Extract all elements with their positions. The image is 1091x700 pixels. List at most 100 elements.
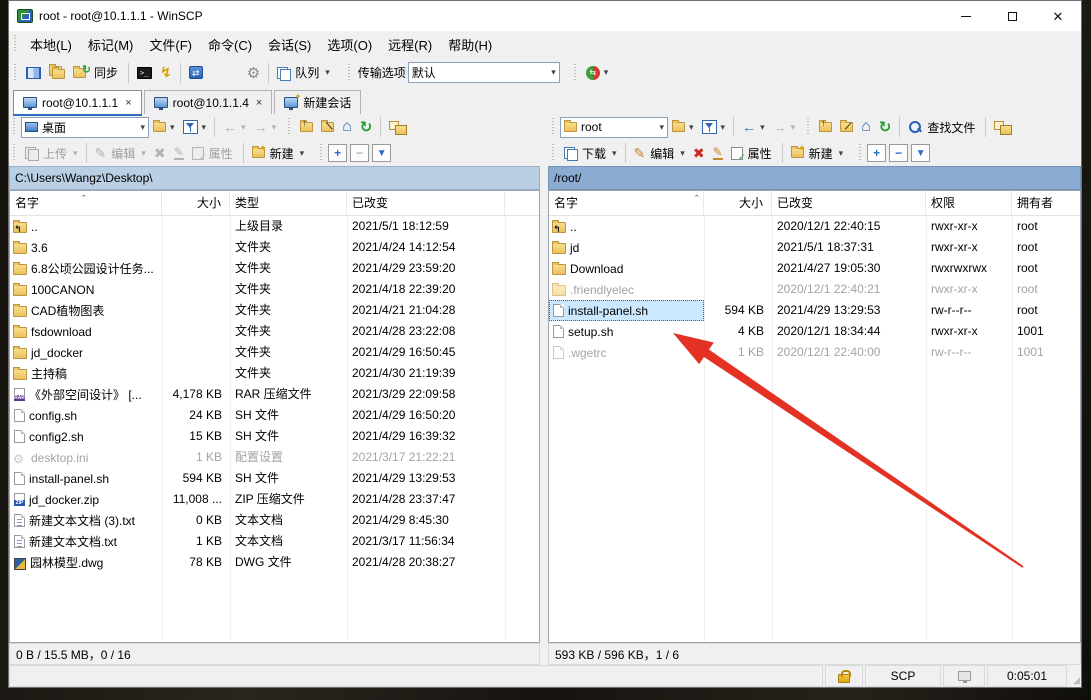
- right-properties-button[interactable]: 属性: [727, 141, 778, 165]
- right-parent-directory-button[interactable]: ↑: [815, 115, 836, 139]
- new-session-tab[interactable]: 新建会话: [274, 90, 361, 114]
- left-filter-button[interactable]: ▾: [179, 115, 211, 139]
- file-row[interactable]: jd_docker.zip11,008 ...ZIP 压缩文件2021/4/28…: [10, 489, 539, 510]
- left-new-button[interactable]: ✦ 新建 ▾: [248, 141, 309, 165]
- file-row[interactable]: jd_docker文件夹2021/4/29 16:50:45: [10, 342, 539, 363]
- protocol-indicator[interactable]: SCP: [865, 665, 941, 687]
- refresh-session-button[interactable]: ⇄: [185, 61, 207, 85]
- tab-close-icon[interactable]: ×: [256, 97, 262, 109]
- left-root-directory-button[interactable]: ⟍: [317, 115, 338, 139]
- right-filter-button[interactable]: ▾: [698, 115, 730, 139]
- right-open-directory-button[interactable]: ▾: [668, 115, 698, 139]
- left-address-bar[interactable]: C:\Users\Wangz\Desktop\: [9, 166, 540, 190]
- column-header-size[interactable]: 大小: [162, 191, 230, 215]
- session-tab-1[interactable]: root@10.1.1.4×: [144, 90, 273, 114]
- minimize-button[interactable]: [943, 1, 989, 31]
- left-path-combo[interactable]: 桌面 ▾: [21, 117, 149, 138]
- file-row[interactable]: config.sh24 KBSH 文件2021/4/29 16:50:20: [10, 405, 539, 426]
- right-back-button[interactable]: ←▾: [738, 115, 769, 139]
- upload-button[interactable]: 上传 ▾: [21, 141, 82, 165]
- file-row[interactable]: config2.sh15 KBSH 文件2021/4/29 16:39:32: [10, 426, 539, 447]
- right-forward-button[interactable]: →▾: [769, 115, 800, 139]
- find-files-button[interactable]: 查找文件: [904, 115, 981, 139]
- file-row[interactable]: CAD植物图表文件夹2021/4/21 21:04:28: [10, 300, 539, 321]
- column-header-size[interactable]: 大小: [704, 191, 772, 215]
- file-row[interactable]: 3.6文件夹2021/4/24 14:12:54: [10, 237, 539, 258]
- tab-close-icon[interactable]: ×: [125, 97, 131, 109]
- file-row[interactable]: desktop.ini1 KB配置设置2021/3/17 21:22:21: [10, 447, 539, 468]
- file-row[interactable]: fsdownload文件夹2021/4/28 23:22:08: [10, 321, 539, 342]
- right-refresh-button[interactable]: ↻: [875, 115, 896, 139]
- left-edit-button[interactable]: ✎ 编辑 ▾: [91, 141, 150, 165]
- column-header-changed[interactable]: 已改变: [772, 191, 926, 215]
- open-terminal-button[interactable]: >_: [133, 61, 156, 85]
- file-row[interactable]: ..2020/12/1 22:40:15rwxr-xr-xroot: [549, 216, 1080, 237]
- menu-item-1[interactable]: 标记(M): [80, 31, 142, 58]
- transfer-preset-combo[interactable]: 默认 ▾: [408, 62, 560, 83]
- right-path-combo[interactable]: root ▾: [560, 117, 668, 138]
- file-row[interactable]: jd2021/5/1 18:37:31rwxr-xr-xroot: [549, 237, 1080, 258]
- file-row[interactable]: 主持稿文件夹2021/4/30 21:19:39: [10, 363, 539, 384]
- left-refresh-button[interactable]: ↻: [356, 115, 377, 139]
- right-select-button[interactable]: +: [867, 144, 886, 162]
- synchronize-browsing-button[interactable]: [45, 61, 69, 85]
- right-home-button[interactable]: ⌂: [857, 115, 875, 139]
- left-properties-button[interactable]: 属性: [188, 141, 239, 165]
- synchronize-transfer-button[interactable]: ⇆ ▾: [582, 61, 613, 85]
- left-open-directory-button[interactable]: ▾: [149, 115, 179, 139]
- column-header-type[interactable]: 类型: [230, 191, 347, 215]
- left-rename-button[interactable]: ✎: [170, 141, 188, 165]
- menu-item-3[interactable]: 命令(C): [200, 31, 260, 58]
- right-root-directory-button[interactable]: ⟋: [836, 115, 857, 139]
- column-header-name[interactable]: 名字: [10, 191, 162, 215]
- left-selection-filter-button[interactable]: ▼: [372, 144, 391, 162]
- synchronize-button[interactable]: ↻ 同步: [69, 61, 124, 85]
- menu-item-0[interactable]: 本地(L): [22, 31, 80, 58]
- file-row[interactable]: 园林模型.dwg78 KBDWG 文件2021/4/28 20:38:27: [10, 552, 539, 573]
- left-delete-button[interactable]: ✖: [150, 141, 170, 165]
- file-row[interactable]: .wgetrc1 KB2020/12/1 22:40:00rw-r--r--10…: [549, 342, 1080, 363]
- file-row[interactable]: Download2021/4/27 19:05:30rwxrwxrwxroot: [549, 258, 1080, 279]
- file-row[interactable]: install-panel.sh594 KB2021/4/29 13:29:53…: [549, 300, 1080, 321]
- left-parent-directory-button[interactable]: ↑: [296, 115, 317, 139]
- file-row[interactable]: 新建文本文档.txt1 KB文本文档2021/3/17 11:56:34: [10, 531, 539, 552]
- menu-item-5[interactable]: 选项(O): [319, 31, 380, 58]
- right-address-bar[interactable]: /root/: [548, 166, 1081, 190]
- encryption-indicator[interactable]: [825, 665, 863, 687]
- menu-item-6[interactable]: 远程(R): [380, 31, 440, 58]
- right-new-button[interactable]: ✦ 新建 ▾: [787, 141, 848, 165]
- column-header-name[interactable]: 名字: [549, 191, 704, 215]
- queue-button[interactable]: 队列 ▾: [273, 61, 334, 85]
- close-button[interactable]: ✕: [1035, 1, 1081, 31]
- swap-panels-button[interactable]: [22, 61, 45, 85]
- file-row[interactable]: 6.8公顷公园设计任务...文件夹2021/4/29 23:59:20: [10, 258, 539, 279]
- column-header-owner[interactable]: 拥有者: [1012, 191, 1081, 215]
- left-unselect-button[interactable]: −: [350, 144, 369, 162]
- file-row[interactable]: 新建文本文档 (3).txt0 KB文本文档2021/4/29 8:45:30: [10, 510, 539, 531]
- left-home-button[interactable]: ⌂: [338, 115, 356, 139]
- column-header-permissions[interactable]: 权限: [926, 191, 1012, 215]
- server-indicator[interactable]: [943, 665, 985, 687]
- right-unselect-button[interactable]: −: [889, 144, 908, 162]
- left-select-button[interactable]: +: [328, 144, 347, 162]
- console-button[interactable]: ↯: [156, 61, 176, 85]
- right-selection-filter-button[interactable]: ▼: [911, 144, 930, 162]
- file-row[interactable]: setup.sh4 KB2020/12/1 18:34:44rwxr-xr-x1…: [549, 321, 1080, 342]
- column-header-changed[interactable]: 已改变: [347, 191, 505, 215]
- file-row[interactable]: ..上级目录2021/5/1 18:12:59: [10, 216, 539, 237]
- right-delete-button[interactable]: ✖: [689, 141, 709, 165]
- left-back-button[interactable]: ←▾: [219, 115, 250, 139]
- resize-grip[interactable]: ◢: [1067, 665, 1081, 687]
- file-row[interactable]: install-panel.sh594 KBSH 文件2021/4/29 13:…: [10, 468, 539, 489]
- right-rename-button[interactable]: ✎: [709, 141, 727, 165]
- right-copy-path-button[interactable]: [990, 115, 1015, 139]
- session-tab-0[interactable]: root@10.1.1.1×: [13, 90, 142, 114]
- right-edit-button[interactable]: ✎ 编辑 ▾: [630, 141, 689, 165]
- panel-splitter[interactable]: [540, 114, 548, 643]
- menu-item-7[interactable]: 帮助(H): [440, 31, 500, 58]
- file-row[interactable]: 《外部空间设计》 [...4,178 KBRAR 压缩文件2021/3/29 2…: [10, 384, 539, 405]
- maximize-button[interactable]: [989, 1, 1035, 31]
- left-copy-path-button[interactable]: [385, 115, 410, 139]
- file-row[interactable]: 100CANON文件夹2021/4/18 22:39:20: [10, 279, 539, 300]
- menu-item-2[interactable]: 文件(F): [141, 31, 200, 58]
